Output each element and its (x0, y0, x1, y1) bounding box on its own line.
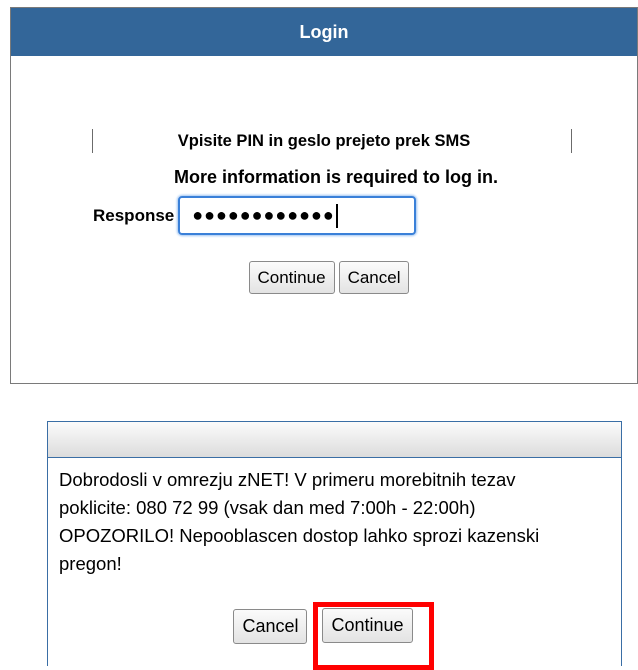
response-row: Response ●●●●●●●●●●●● (93, 196, 417, 235)
notice-cancel-button[interactable]: Cancel (233, 609, 308, 644)
login-title: Login (299, 21, 349, 42)
response-masked-value: ●●●●●●●●●●●● (192, 205, 335, 225)
notice-message: Dobrodosli v omrezju zNET! V primeru mor… (59, 469, 540, 574)
prompt-line-sms: Vpisite PIN in geslo prejeto prek SMS (177, 132, 471, 150)
login-continue-button[interactable]: Continue (248, 261, 335, 294)
response-input[interactable]: ●●●●●●●●●●●● (178, 196, 417, 235)
login-body: Vpisite PIN in geslo prejeto prek SMS Mo… (11, 56, 637, 383)
highlight-box: Continue (313, 602, 434, 670)
response-label: Response (93, 205, 175, 225)
notice-buttons: Cancel Continue (48, 602, 621, 670)
login-cancel-button[interactable]: Cancel (338, 261, 410, 294)
prompt-line-info: More information is required to log in. (173, 167, 498, 187)
login-buttons: Continue Cancel (11, 261, 637, 294)
notice-header (48, 422, 621, 458)
login-panel: Login Vpisite PIN in geslo prejeto prek … (10, 7, 638, 384)
notice-continue-button[interactable]: Continue (322, 608, 413, 643)
login-header: Login (11, 8, 637, 56)
text-caret (335, 203, 338, 228)
notice-panel: Dobrodosli v omrezju zNET! V primeru mor… (47, 421, 622, 670)
